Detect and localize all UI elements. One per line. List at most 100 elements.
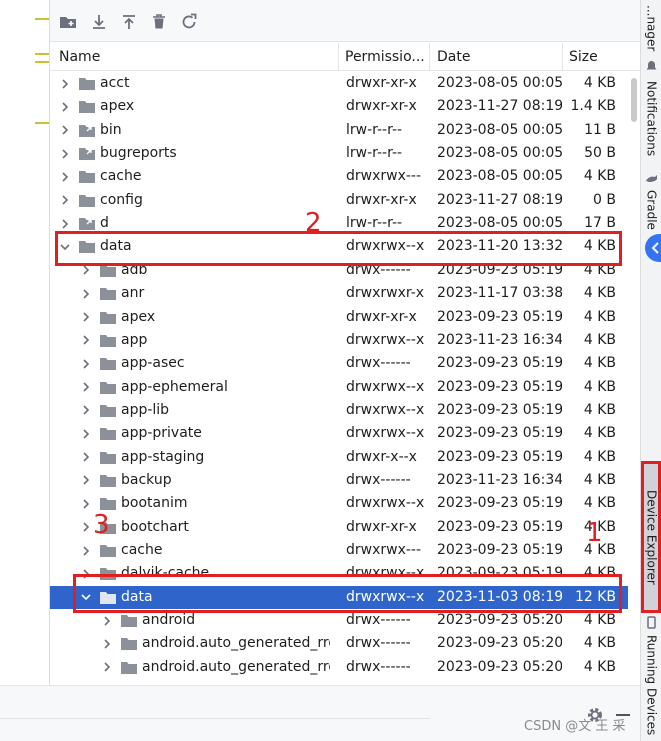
table-row[interactable]: anr drwxrwxr-x 2023-11-17 03:38 4 KB (50, 282, 628, 305)
table-row[interactable]: bugreports lrw-r--r-- 2023-08-05 00:05 50 B (50, 142, 628, 165)
table-row[interactable]: bootanim drwxrwx--x 2023-09-23 05:19 4 KB (50, 492, 628, 515)
table-row[interactable]: android.auto_generated_rro_ drwx------ 202… (50, 632, 628, 655)
table-row[interactable]: bootchart drwxr-xr-x 2023-09-23 05:19 4 KB (50, 516, 628, 539)
table-row[interactable]: android.auto_generated_rro_ drwx------ 202… (50, 656, 628, 679)
chevron-right-icon[interactable] (101, 632, 113, 655)
file-size: 0 B (593, 191, 616, 208)
file-name: anr (121, 285, 145, 302)
download-icon[interactable] (89, 12, 109, 32)
file-permissions: drwxr-xr-x (346, 98, 417, 115)
gutter-marker (35, 122, 49, 124)
table-row[interactable]: app-private drwxrwx--x 2023-09-23 05:19 4 K… (50, 422, 628, 445)
tab-manager[interactable]: ...nager (641, 0, 661, 56)
table-header: Name Permissio... Date Size (50, 43, 640, 71)
file-permissions: lrw-r--r-- (346, 121, 403, 138)
chevron-right-icon[interactable] (80, 376, 92, 399)
annotation-number-2: 2 (305, 208, 322, 238)
file-name: bin (100, 121, 122, 138)
table-row[interactable]: app-lib drwxrwx--x 2023-09-23 05:19 4 KB (50, 399, 628, 422)
gutter-marker (35, 61, 49, 63)
file-name: app-ephemeral (121, 378, 228, 395)
folder-icon (79, 100, 95, 114)
folder-icon (121, 614, 137, 628)
file-permissions: drwxrwx--x (346, 401, 425, 418)
file-size: 4 KB (583, 658, 616, 675)
chevron-right-icon[interactable] (59, 165, 71, 188)
chevron-right-icon[interactable] (80, 539, 92, 562)
table-row[interactable]: app-staging drwxr-x--x 2023-09-23 05:19 4 K… (50, 446, 628, 469)
file-size: 4 KB (583, 378, 616, 395)
chevron-right-icon[interactable] (59, 95, 71, 118)
folder-icon (100, 381, 116, 394)
column-divider[interactable] (429, 43, 430, 71)
file-size: 4 KB (583, 425, 616, 442)
table-row[interactable]: app-ephemeral drwxrwx--x 2023-09-23 05:19 4… (50, 376, 628, 399)
file-permissions: drwx------ (346, 635, 411, 652)
refresh-icon[interactable] (179, 12, 199, 32)
chevron-right-icon[interactable] (80, 516, 92, 539)
upload-icon[interactable] (119, 12, 139, 32)
chevron-right-icon[interactable] (80, 399, 92, 422)
file-permissions: drwxrwx--- (346, 168, 422, 185)
column-header-permissions[interactable]: Permissio... (345, 43, 427, 71)
column-header-name[interactable]: Name (59, 43, 329, 71)
chevron-right-icon[interactable] (59, 119, 71, 142)
file-permissions: drwxr-xr-x (346, 308, 417, 325)
table-row[interactable]: acct drwxr-xr-x 2023-08-05 00:05 4 KB (50, 72, 628, 95)
file-size: 4 KB (583, 285, 616, 302)
folder-link-icon (79, 217, 95, 231)
chevron-right-icon[interactable] (59, 142, 71, 165)
scrollbar-thumb[interactable] (631, 78, 637, 122)
table-row[interactable]: app-asec drwx------ 2023-09-23 05:19 4 KB (50, 352, 628, 375)
collapse-panel-button[interactable] (645, 234, 661, 262)
file-date: 2023-11-23 16:34 (437, 331, 562, 348)
chevron-right-icon[interactable] (59, 72, 71, 95)
vertical-scrollbar[interactable] (628, 72, 640, 685)
file-date: 2023-09-23 05:20 (437, 658, 562, 675)
folder-icon (100, 311, 116, 324)
file-date: 2023-09-23 05:19 (437, 518, 562, 535)
file-date: 2023-11-23 16:34 (437, 471, 562, 488)
delete-icon[interactable] (149, 12, 169, 32)
file-permissions: drwxr-xr-x (346, 518, 417, 535)
table-row[interactable]: app drwxrwx--x 2023-11-23 16:34 4 KB (50, 329, 628, 352)
file-date: 2023-09-23 05:19 (437, 448, 562, 465)
chevron-right-icon[interactable] (80, 306, 92, 329)
folder-icon (100, 357, 116, 371)
file-permissions: drwxrwx--x (346, 425, 425, 442)
file-name: app-lib (121, 401, 170, 418)
table-row[interactable]: config drwxr-xr-x 2023-11-27 08:19 0 B (50, 189, 628, 212)
tab-manager-label: ...nager (644, 4, 659, 52)
file-size: 4 KB (583, 308, 616, 325)
folder-icon (100, 427, 116, 441)
chevron-right-icon[interactable] (59, 189, 71, 212)
table-row[interactable]: bin lrw-r--r-- 2023-08-05 00:05 11 B (50, 119, 628, 142)
folder-icon (100, 334, 116, 347)
tab-notifications[interactable]: Notifications (641, 74, 661, 164)
column-divider[interactable] (338, 43, 339, 71)
column-header-size[interactable]: Size (569, 43, 629, 71)
chevron-right-icon[interactable] (80, 469, 92, 492)
file-date: 2023-09-23 05:19 (437, 401, 562, 418)
chevron-right-icon[interactable] (80, 446, 92, 469)
new-folder-icon[interactable] (58, 12, 78, 32)
file-size: 4 KB (583, 495, 616, 512)
chevron-right-icon[interactable] (80, 329, 92, 352)
chevron-right-icon[interactable] (80, 282, 92, 305)
file-permissions: drwxrwx--x (346, 331, 425, 348)
chevron-right-icon[interactable] (80, 492, 92, 515)
table-row[interactable]: apex drwxr-xr-x 2023-11-27 08:19 1.4 KB (50, 95, 628, 118)
chevron-right-icon[interactable] (101, 656, 113, 679)
table-row[interactable]: apex drwxr-xr-x 2023-09-23 05:19 4 KB (50, 306, 628, 329)
table-row[interactable]: cache drwxrwx--- 2023-08-05 00:05 4 KB (50, 165, 628, 188)
column-divider[interactable] (562, 43, 563, 71)
table-row[interactable]: backup drwx------ 2023-11-23 16:34 4 KB (50, 469, 628, 492)
folder-icon (100, 451, 116, 464)
table-row[interactable]: cache drwxrwx--- 2023-09-23 05:19 4 KB (50, 539, 628, 562)
tab-gradle[interactable]: Gradle (641, 186, 661, 234)
chevron-right-icon[interactable] (80, 352, 92, 375)
column-header-date[interactable]: Date (437, 43, 557, 71)
chevron-right-icon[interactable] (80, 422, 92, 445)
tab-running-devices[interactable]: Running Devices (641, 630, 661, 741)
file-date: 2023-09-23 05:19 (437, 355, 562, 372)
